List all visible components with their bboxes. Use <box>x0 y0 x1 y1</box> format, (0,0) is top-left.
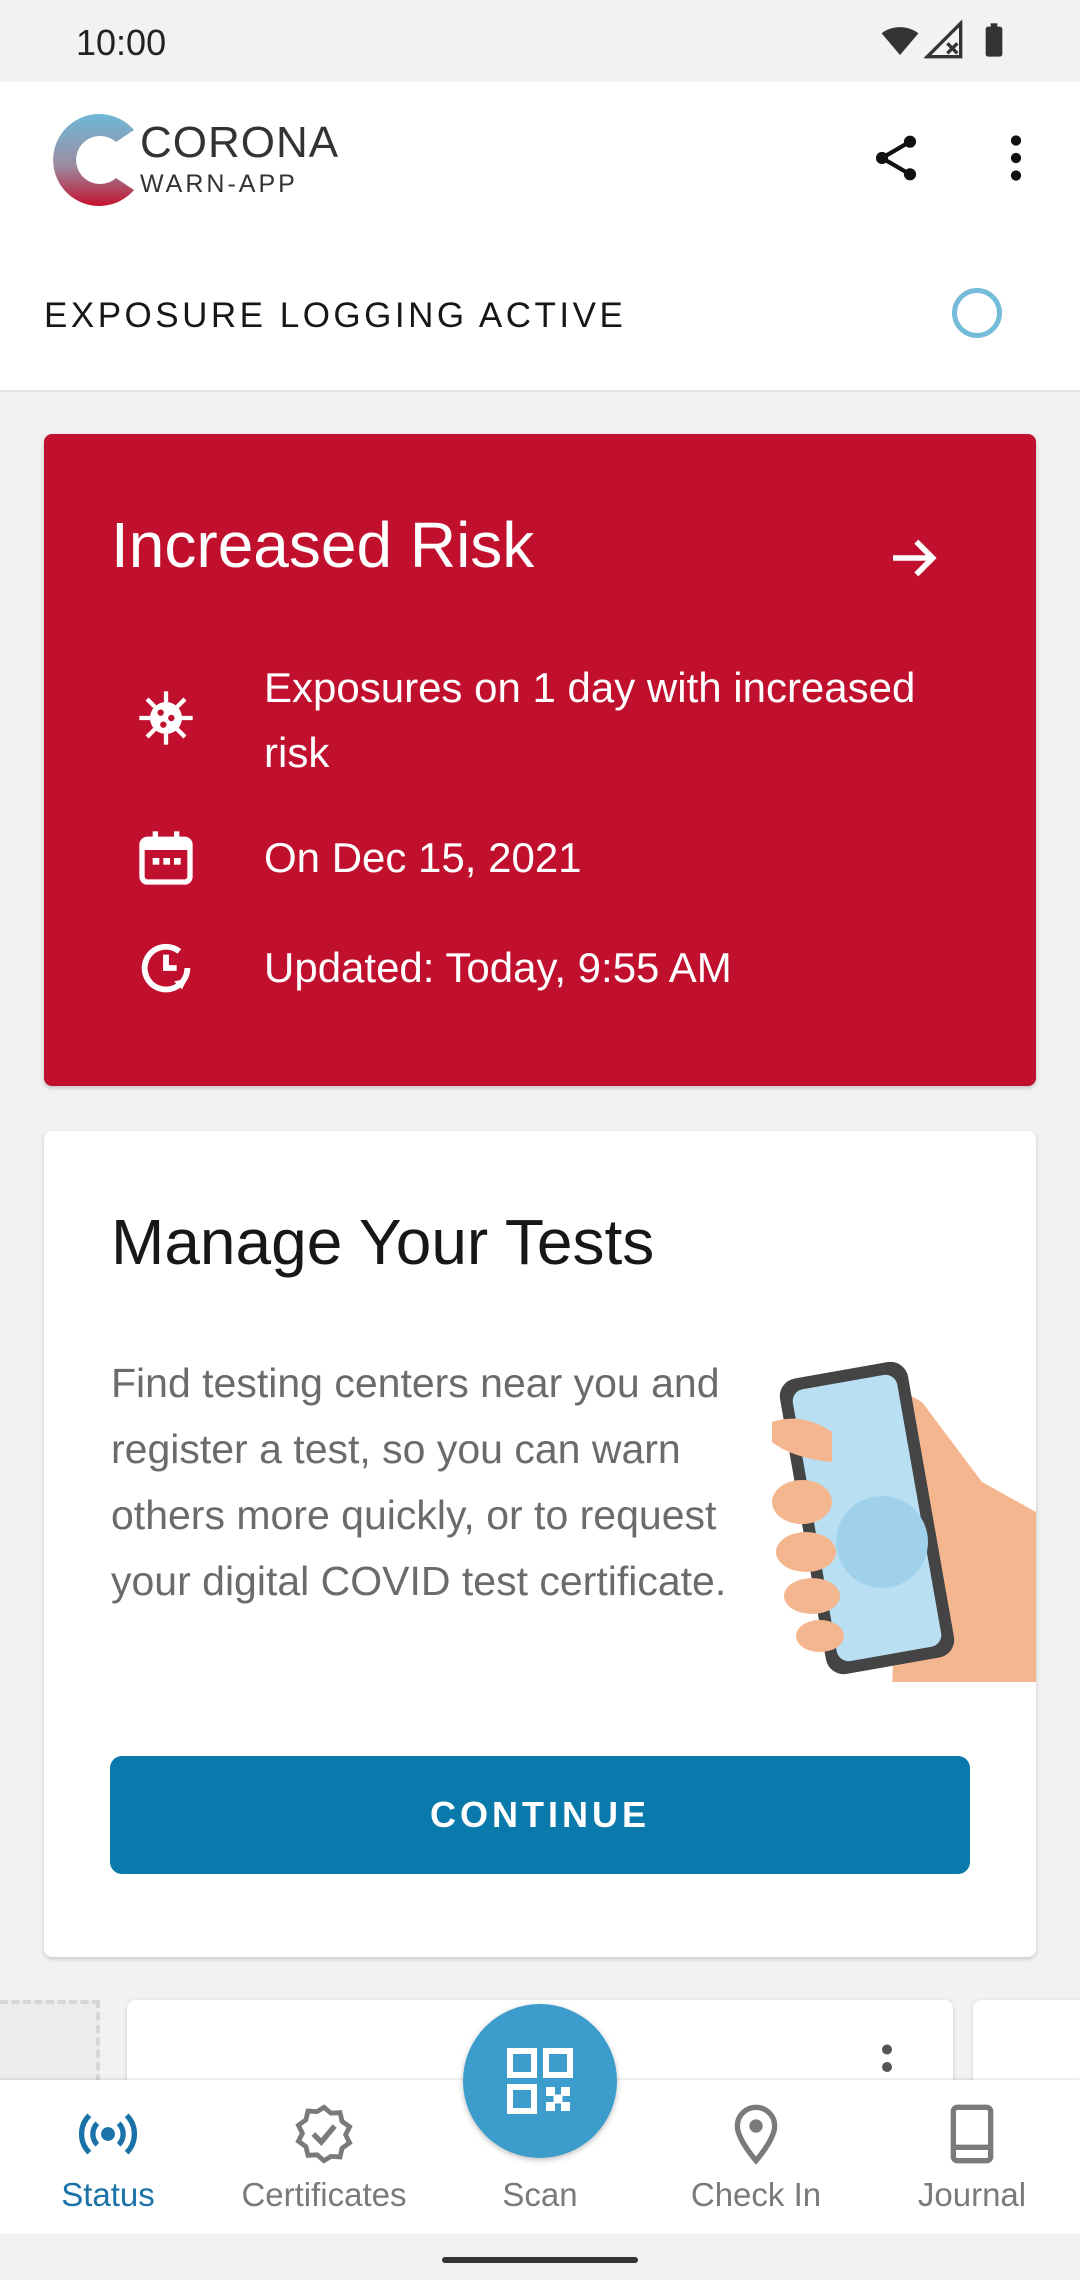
nav-certificates-label: Certificates <box>241 2176 407 2213</box>
qr-code-icon <box>507 2048 573 2114</box>
nav-journal-label: Journal <box>917 2176 1027 2213</box>
tests-card-title: Manage Your Tests <box>111 1206 655 1278</box>
book-icon <box>950 2104 994 2164</box>
arrow-right-icon[interactable] <box>886 530 942 586</box>
battery-icon <box>985 23 1003 57</box>
nav-scan-label: Scan <box>502 2176 578 2213</box>
nav-journal[interactable]: Journal <box>864 2080 1080 2234</box>
logo-subtitle: WARN-APP <box>140 170 298 198</box>
clock-refresh-icon <box>141 943 191 993</box>
nav-check-in-label: Check In <box>690 2176 822 2213</box>
wifi-icon <box>881 27 919 55</box>
gesture-handle[interactable] <box>442 2257 638 2263</box>
risk-updated-text: Updated: Today, 9:55 AM <box>264 944 732 991</box>
risk-exposure-text: Exposures on 1 day with increased risk <box>264 664 916 776</box>
location-pin-icon <box>734 2104 778 2165</box>
nav-status[interactable]: Status <box>0 2080 216 2234</box>
card-more-icon[interactable] <box>872 2042 902 2082</box>
risk-title: Increased Risk <box>111 509 535 581</box>
exposure-logging-status[interactable]: EXPOSURE LOGGING ACTIVE <box>44 296 626 336</box>
calendar-icon <box>139 831 193 885</box>
badge-check-icon <box>295 2104 353 2164</box>
corona-warn-app-logo <box>53 113 134 206</box>
risk-date-text: On Dec 15, 2021 <box>264 834 582 881</box>
logo-title: CORONA <box>140 118 340 167</box>
nav-certificates[interactable]: Certificates <box>216 2080 432 2234</box>
share-icon[interactable] <box>868 130 924 186</box>
broadcast-icon <box>78 2113 138 2155</box>
cellular-icon <box>924 20 963 59</box>
tests-card-description: Find testing centers near you and regist… <box>111 1360 727 1604</box>
hand-phone-illustration <box>772 1362 1036 1682</box>
exposure-logging-indicator <box>952 288 1002 338</box>
nav-check-in[interactable]: Check In <box>648 2080 864 2234</box>
virus-icon <box>139 691 193 745</box>
nav-status-label: Status <box>61 2176 155 2213</box>
scan-button[interactable] <box>463 2004 617 2158</box>
more-vert-icon[interactable] <box>988 130 1044 186</box>
status-time: 10:00 <box>76 22 167 63</box>
continue-button[interactable]: CONTINUE <box>110 1756 970 1874</box>
